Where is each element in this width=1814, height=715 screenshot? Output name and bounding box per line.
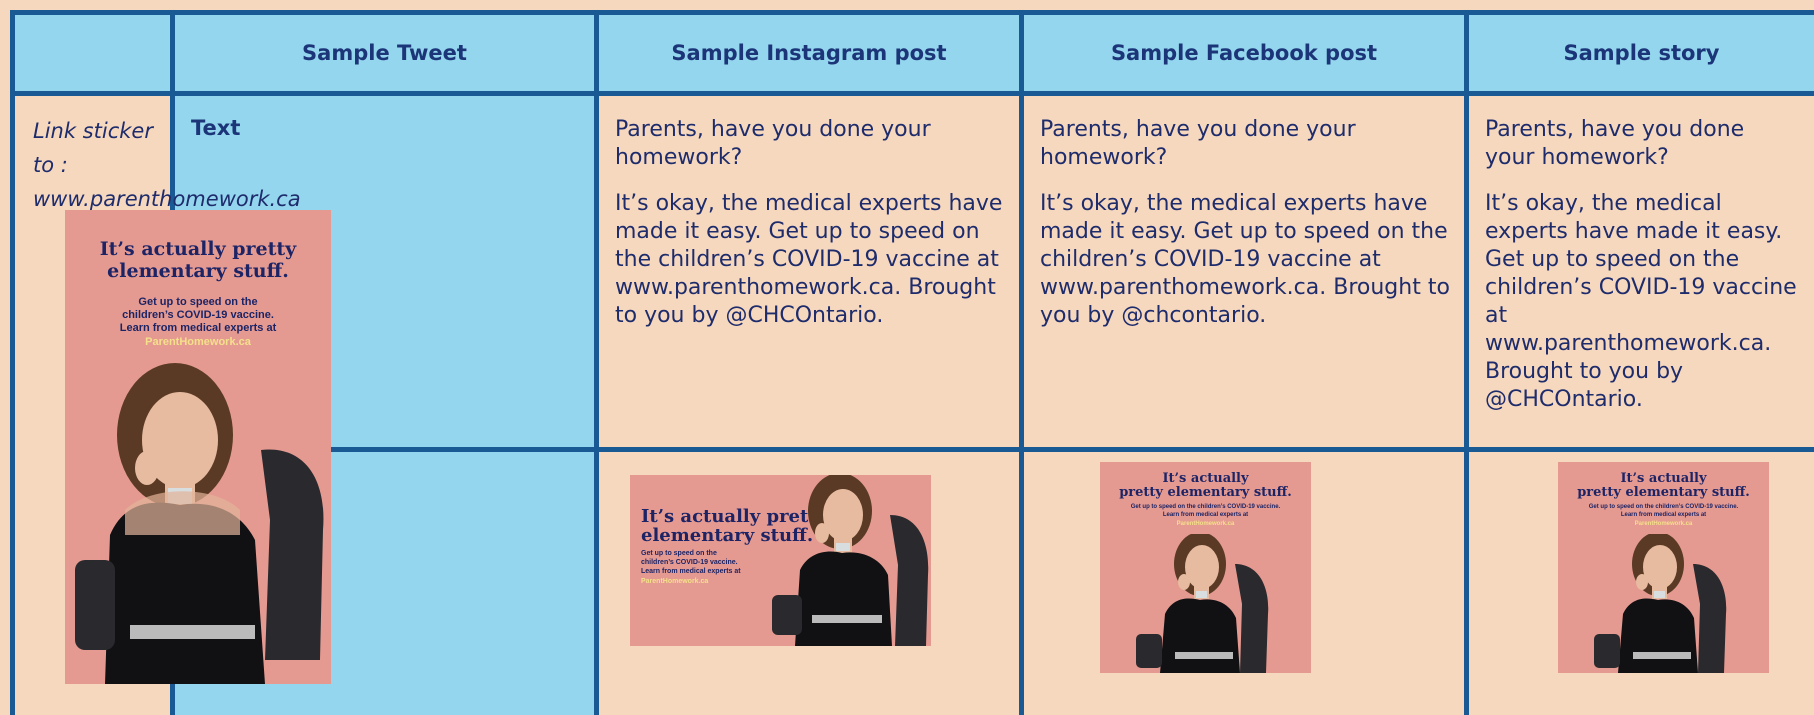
facebook-ad-url: ParentHomework.ca	[1634, 521, 1693, 527]
tweet-text: Parents, have you done your homework? It…	[599, 96, 1019, 447]
story-ad-headline-2: elementary stuff.	[107, 260, 289, 282]
tweet-paragraph-2: It’s okay, the medical experts have made…	[615, 191, 1003, 328]
tweet-image-cell: It’s actually pretty elementary stuff. G…	[599, 452, 1019, 715]
story-ad-sub-2: children’s COVID-19 vaccine.	[122, 309, 274, 321]
instagram-ad-sub-1: Get up to speed on the children’s COVID-…	[1130, 504, 1281, 510]
header-sample-instagram: Sample Instagram post	[599, 15, 1019, 91]
facebook-paragraph-2: It’s okay, the medical experts have made…	[1485, 191, 1797, 412]
instagram-ad-url: ParentHomework.ca	[1176, 521, 1235, 527]
instagram-ad-headline-2: pretty elementary stuff.	[1119, 485, 1292, 500]
facebook-ad-headline-2: pretty elementary stuff.	[1577, 485, 1750, 500]
facebook-text: Parents, have you done your homework? It…	[1469, 96, 1814, 447]
tweet-ad-sub-3: Learn from medical experts at	[641, 568, 741, 575]
facebook-image-cell: It’s actually pretty elementary stuff. G…	[1469, 452, 1814, 715]
header-sample-tweet: Sample Tweet	[175, 15, 594, 91]
girl-in-wheelchair-photo	[1136, 534, 1269, 673]
facebook-paragraph-1: Parents, have you done your homework?	[1485, 117, 1745, 170]
girl-in-wheelchair-photo	[772, 475, 929, 646]
header-blank	[15, 15, 170, 91]
instagram-text: Parents, have you done your homework? It…	[1024, 96, 1464, 447]
girl-in-wheelchair-photo	[75, 363, 324, 684]
facebook-ad-sub-2: Learn from medical experts at	[1620, 512, 1707, 518]
instagram-ad-image: It’s actually pretty elementary stuff. G…	[1100, 462, 1311, 673]
story-ad-url: ParentHomework.ca	[145, 336, 251, 348]
header-sample-facebook: Sample Facebook post	[1024, 15, 1464, 91]
facebook-ad-image: It’s actually pretty elementary stuff. G…	[1558, 462, 1769, 673]
tweet-paragraph-1: Parents, have you done your homework?	[615, 117, 931, 170]
instagram-ad-headline-1: It’s actually	[1162, 471, 1249, 486]
tweet-ad-image: It’s actually pretty elementary stuff. G…	[630, 475, 931, 646]
tweet-ad-sub-1: Get up to speed on the	[641, 550, 717, 557]
story-ad-image: It’s actually pretty elementary stuff. G…	[65, 210, 331, 684]
story-ad-sub-1: Get up to speed on the	[138, 296, 258, 308]
tweet-ad-sub-2: children’s COVID-19 vaccine.	[641, 559, 738, 566]
content-table: Sample Tweet Sample Instagram post Sampl…	[10, 10, 1814, 715]
instagram-paragraph-1: Parents, have you done your homework?	[1040, 117, 1356, 170]
facebook-ad-sub-1: Get up to speed on the children’s COVID-…	[1588, 504, 1739, 510]
instagram-ad-sub-2: Learn from medical experts at	[1162, 512, 1249, 518]
story-ad-sub-3: Learn from medical experts at	[119, 322, 277, 334]
header-sample-story: Sample story	[1469, 15, 1814, 91]
story-cell: Link sticker to : www.parenthomework.ca …	[15, 96, 331, 715]
story-link-note: Link sticker to :	[33, 119, 153, 177]
instagram-image-cell: It’s actually pretty elementary stuff. G…	[1024, 452, 1464, 715]
instagram-paragraph-2: It’s okay, the medical experts have made…	[1040, 191, 1450, 328]
story-ad-headline-1: It’s actually pretty	[99, 238, 297, 260]
tweet-ad-url: ParentHomework.ca	[641, 578, 709, 585]
facebook-ad-headline-1: It’s actually	[1620, 471, 1707, 486]
girl-in-wheelchair-photo	[1594, 534, 1727, 673]
